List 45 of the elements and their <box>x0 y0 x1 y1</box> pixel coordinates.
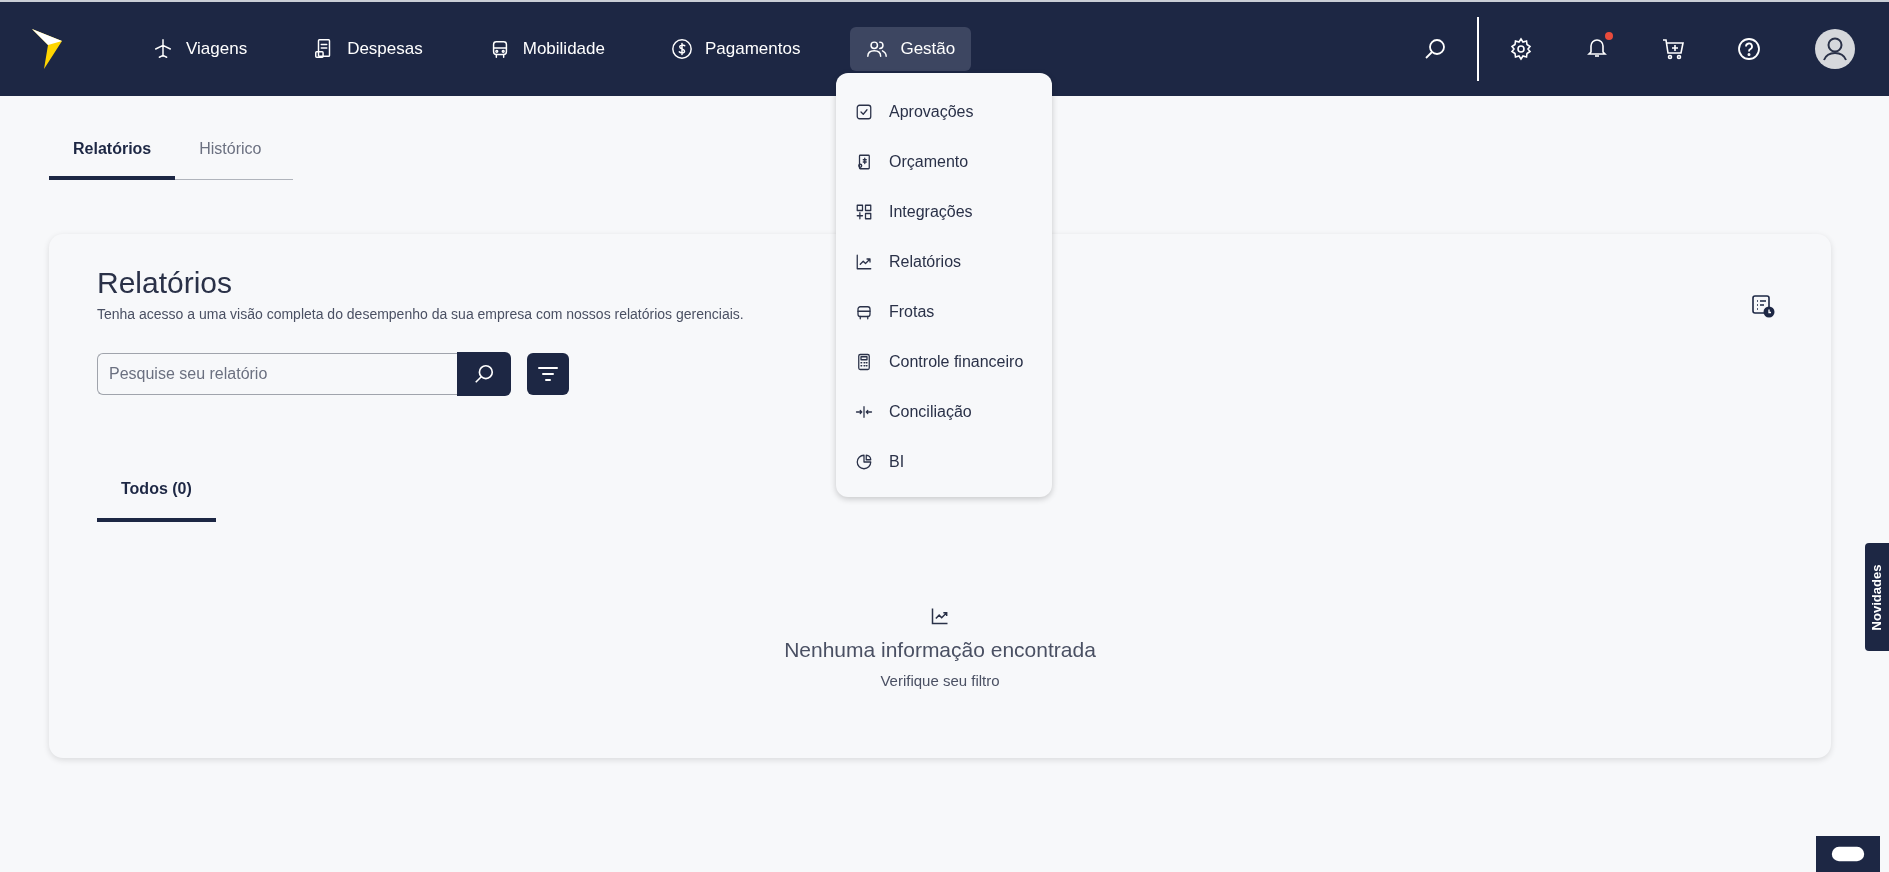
nav-tab[interactable]: Pagamentos <box>655 27 817 71</box>
settings-icon[interactable] <box>1509 37 1533 61</box>
pie-chart-icon <box>855 453 873 471</box>
search-field[interactable]: Pesquise seu relatório <box>97 353 457 395</box>
nav-tab[interactable]: Mobilidade <box>472 27 621 71</box>
search-button[interactable] <box>457 352 511 396</box>
page-tab[interactable]: Relatórios <box>49 140 176 180</box>
nav-tab[interactable]: Viagens <box>136 27 264 71</box>
budget-document-icon <box>855 153 873 171</box>
search-icon <box>473 363 495 385</box>
cart-plus-icon[interactable] <box>1661 37 1685 61</box>
nav-tab[interactable]: Gestão <box>850 27 972 71</box>
card-title: Relatórios <box>97 266 234 300</box>
checkbox-icon <box>855 103 873 121</box>
menu-item[interactable]: BI <box>836 437 1052 487</box>
dollar-icon <box>671 38 693 60</box>
menu-item[interactable]: Conciliação <box>836 387 1052 437</box>
menu-item[interactable]: Relatórios <box>836 237 1052 287</box>
users-icon <box>866 38 889 60</box>
filter-tab[interactable]: Todos (0) <box>97 480 216 522</box>
menu-item[interactable]: Controle financeiro <box>836 337 1052 387</box>
menu-item[interactable]: Aprovações <box>836 87 1052 137</box>
chart-icon <box>930 606 950 626</box>
car-icon <box>855 303 873 321</box>
grid-plus-icon <box>855 203 873 221</box>
plane-icon <box>152 38 174 60</box>
scheduled-list-icon[interactable] <box>1751 294 1775 318</box>
menu-item[interactable]: Integrações <box>836 187 1052 237</box>
calculator-icon <box>855 353 873 371</box>
nav-tab[interactable]: Despesas <box>297 27 439 71</box>
menu-item[interactable]: Frotas <box>836 287 1052 337</box>
page-tab[interactable]: Histórico <box>175 140 286 180</box>
help-icon[interactable] <box>1737 37 1761 61</box>
news-side-tab[interactable]: Novidades <box>1865 543 1889 651</box>
card-description: Tenha acesso a uma visão completa do desempenho da sua empresa com nossos relatórios gerenciais. <box>97 306 744 322</box>
menu-item[interactable]: Orçamento <box>836 137 1052 187</box>
chart-icon <box>855 253 873 271</box>
chat-button[interactable] <box>1816 836 1880 872</box>
empty-subtitle: Verifique seu filtro <box>880 672 1000 689</box>
split-arrows-icon <box>855 403 873 421</box>
search-icon[interactable] <box>1423 37 1447 61</box>
chat-icon <box>1830 845 1866 863</box>
empty-title: Nenhuma informação encontrada <box>784 638 1096 662</box>
avatar-icon[interactable] <box>1815 29 1855 69</box>
filter-button[interactable] <box>527 353 569 395</box>
